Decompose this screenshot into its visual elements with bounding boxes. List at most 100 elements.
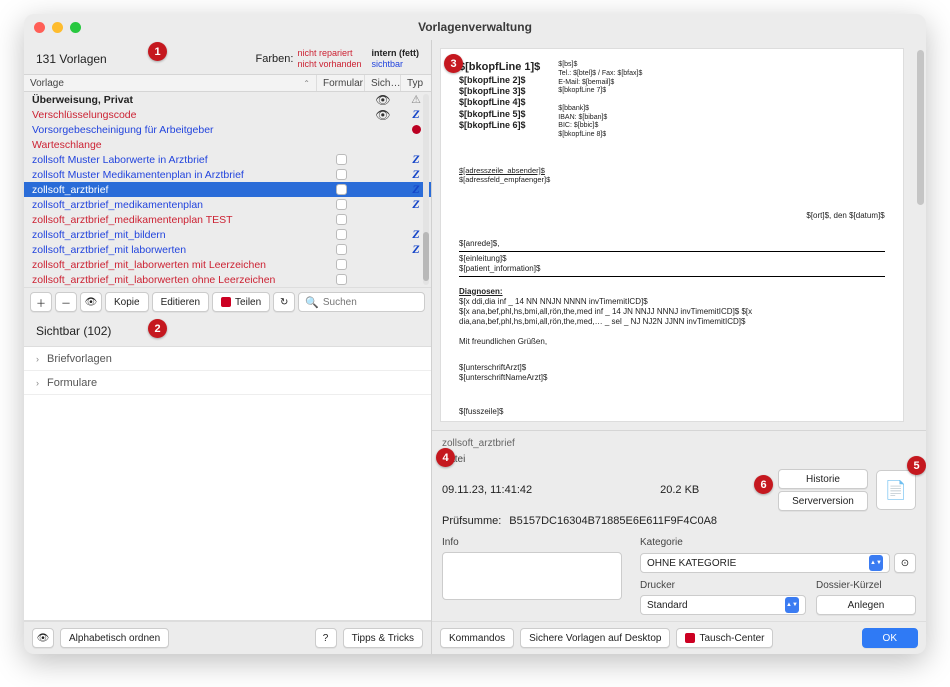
visibility-toggle[interactable]: 👁 [32, 628, 54, 648]
table-row[interactable]: Vorsorgebescheinigung für Arbeitgeber [24, 122, 431, 137]
legend-visible: sichtbar [372, 59, 420, 70]
ok-button[interactable]: OK [862, 628, 918, 648]
category-select[interactable]: OHNE KATEGORIE▲▼ [640, 553, 890, 573]
annotation-badge-2: 2 [148, 319, 167, 338]
table-row[interactable]: zollsoft Muster Laborwerte in Arztbrief Z [24, 152, 431, 167]
formular-checkbox[interactable] [336, 229, 347, 240]
formular-checkbox[interactable] [336, 199, 347, 210]
dossier-label: Dossier-Kürzel [816, 578, 916, 593]
formular-checkbox[interactable] [336, 274, 347, 285]
checksum-label: Prüfsumme: [442, 515, 501, 527]
col-typ[interactable]: Typ [401, 75, 431, 91]
annotation-badge-5: 5 [907, 456, 926, 475]
col-sichtbar[interactable]: Sich… [365, 75, 401, 91]
category-settings-button[interactable]: ⊙ [894, 553, 916, 573]
table-row[interactable]: zollsoft_arztbriefZ [24, 182, 431, 197]
row-name: zollsoft_arztbrief_medikamentenplan [32, 199, 317, 211]
row-name: zollsoft_arztbrief_medikamentenplan TEST [32, 214, 317, 226]
table-row[interactable]: Warteschlange [24, 137, 431, 152]
row-name: Überweisung, Privat [32, 94, 317, 106]
tree-item-briefvorlagen[interactable]: ›Briefvorlagen [24, 347, 431, 371]
window-title: Vorlagenverwaltung [24, 20, 926, 34]
tree-item-formulare[interactable]: ›Formulare [24, 371, 431, 395]
colors-label: Farben: [256, 53, 294, 65]
add-button[interactable]: ＋ [30, 292, 52, 312]
formular-checkbox[interactable] [336, 244, 347, 255]
table-row[interactable]: zollsoft Muster Medikamentenplan in Arzt… [24, 167, 431, 182]
open-file-button[interactable]: 📄 [876, 470, 916, 510]
category-label: Kategorie [640, 535, 916, 550]
table-row[interactable]: zollsoft_arztbrief_mit laborwertenZ [24, 242, 431, 257]
formular-checkbox[interactable] [336, 184, 347, 195]
help-button[interactable]: ? [315, 628, 337, 648]
list-toolbar: ＋ － 👁 Kopie Editieren Teilen ↻ 🔍 [24, 287, 431, 316]
annotation-badge-6: 6 [754, 475, 773, 494]
formular-checkbox[interactable] [336, 169, 347, 180]
zollsoft-icon: Z [412, 227, 419, 242]
table-row[interactable]: zollsoft_arztbrief_mit_laborwerten mit L… [24, 257, 431, 272]
info-textarea[interactable] [442, 552, 622, 600]
remove-button[interactable]: － [55, 292, 77, 312]
file-section-label: Datei [442, 452, 916, 467]
zollsoft-icon: Z [412, 152, 419, 167]
printer-select[interactable]: Standard▲▼ [640, 595, 806, 615]
formular-checkbox[interactable] [336, 154, 347, 165]
share-button[interactable]: Teilen [212, 292, 270, 312]
edit-button[interactable]: Editieren [152, 292, 209, 312]
template-count: 131 Vorlagen [36, 52, 107, 66]
exchange-center-button[interactable]: Tausch-Center [676, 628, 773, 648]
col-vorlage[interactable]: Vorlage⌃ [24, 75, 317, 91]
tips-button[interactable]: Tipps & Tricks [343, 628, 423, 648]
table-row[interactable]: Überweisung, Privat👁⚠ [24, 92, 431, 107]
formular-checkbox[interactable] [336, 259, 347, 270]
search-icon: 🔍 [305, 296, 319, 309]
zollsoft-icon: Z [412, 197, 419, 212]
printer-label: Drucker [640, 578, 806, 593]
row-name: zollsoft_arztbrief_mit_bildern [32, 229, 317, 241]
serverversion-button[interactable]: Serverversion [778, 491, 868, 511]
table-row[interactable]: zollsoft_arztbrief_mit_laborwerten ohne … [24, 272, 431, 287]
legend-intern: intern (fett) [372, 48, 420, 59]
info-label: Info [442, 535, 622, 550]
table-row[interactable]: zollsoft_arztbrief_medikamentenplan Z [24, 197, 431, 212]
row-name: zollsoft_arztbrief_mit laborwerten [32, 244, 317, 256]
preview-scrollbar[interactable] [917, 50, 924, 420]
chevron-right-icon: › [36, 378, 39, 388]
hide-button[interactable]: 👁 [80, 292, 102, 312]
table-header: Vorlage⌃ Formular Sich… Typ [24, 74, 431, 92]
table-row[interactable]: zollsoft_arztbrief_medikamentenplan TEST [24, 212, 431, 227]
history-button[interactable]: Historie [778, 469, 868, 489]
table-row[interactable]: Verschlüsselungscode👁Z [24, 107, 431, 122]
formular-checkbox[interactable] [336, 214, 347, 225]
preview-pane: 3 $[bkopfLine 1]$ $[bkopfLine 2]$ $[bkop… [432, 40, 926, 430]
zollsoft-icon: Z [412, 107, 419, 122]
checksum-value: B5157DC16304B71885E6E611F9F4C0A8 [509, 515, 717, 527]
visible-section-title: Sichtbar (102) [36, 324, 111, 338]
category-tree[interactable]: ›Briefvorlagen ›Formulare [24, 346, 431, 621]
commands-button[interactable]: Kommandos [440, 628, 514, 648]
sort-alpha-button[interactable]: Alphabetisch ordnen [60, 628, 169, 648]
col-formular[interactable]: Formular [317, 75, 365, 91]
backup-desktop-button[interactable]: Sichere Vorlagen auf Desktop [520, 628, 670, 648]
search-input[interactable]: 🔍 [298, 292, 425, 312]
copy-button[interactable]: Kopie [105, 292, 149, 312]
list-scrollbar[interactable] [423, 94, 429, 285]
table-row[interactable]: zollsoft_arztbrief_mit_bildern Z [24, 227, 431, 242]
row-name: Verschlüsselungscode [32, 109, 317, 121]
row-name: zollsoft_arztbrief_mit_laborwerten mit L… [32, 259, 317, 271]
legend-not-present: nicht vorhanden [297, 59, 361, 70]
red-dot-icon [412, 125, 421, 134]
document-preview: $[bkopfLine 1]$ $[bkopfLine 2]$ $[bkopfL… [440, 48, 904, 422]
row-name: zollsoft_arztbrief [32, 184, 317, 196]
row-name: zollsoft Muster Laborwerte in Arztbrief [32, 154, 317, 166]
row-name: Vorsorgebescheinigung für Arbeitgeber [32, 124, 317, 136]
row-name: zollsoft Muster Medikamentenplan in Arzt… [32, 169, 317, 181]
metadata-panel: zollsoft_arztbrief Datei 4 09.11.23, 11:… [432, 430, 926, 621]
chevron-updown-icon: ▲▼ [785, 597, 799, 613]
titlebar: Vorlagenverwaltung [24, 14, 926, 40]
refresh-button[interactable]: ↻ [273, 292, 295, 312]
anlegen-button[interactable]: Anlegen [816, 595, 916, 615]
eye-off-icon: 👁 [375, 93, 390, 107]
template-list[interactable]: Überweisung, Privat👁⚠Verschlüsselungscod… [24, 92, 431, 287]
annotation-badge-1: 1 [148, 42, 167, 61]
